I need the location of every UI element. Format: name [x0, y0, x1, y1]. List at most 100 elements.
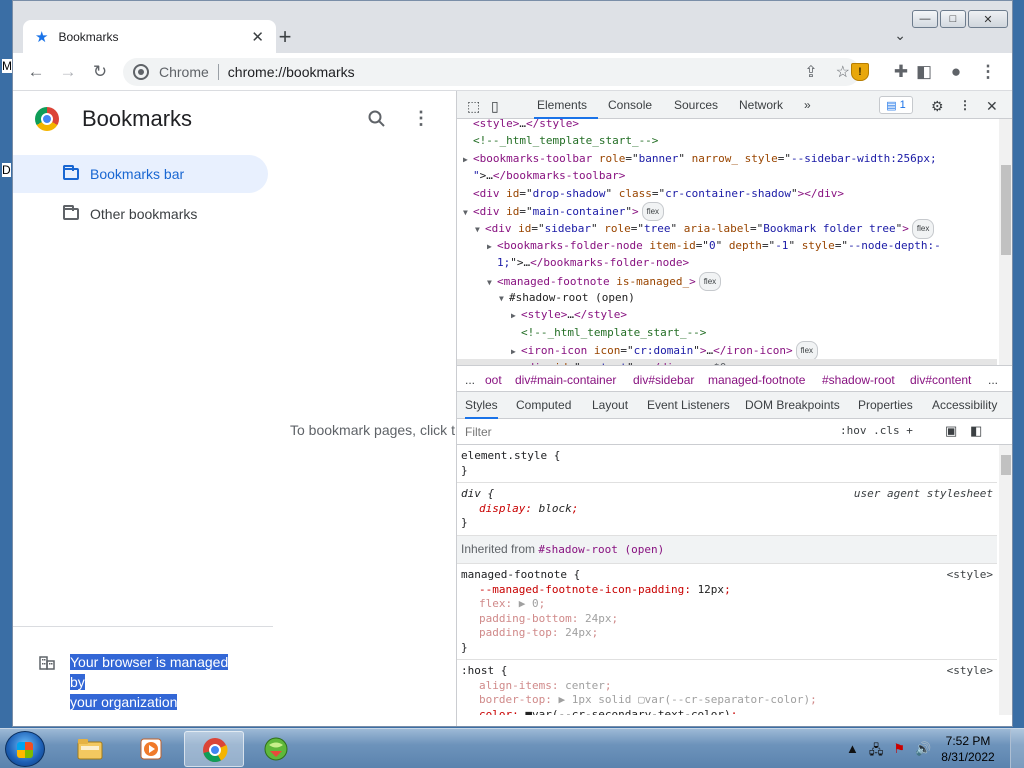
tab-elements[interactable]: Elements — [537, 98, 587, 112]
sidebar-item-bookmarks-bar[interactable]: Bookmarks bar — [13, 155, 268, 193]
start-button[interactable] — [5, 731, 45, 767]
rule-host[interactable]: :host { <style> align-items: center; bord… — [457, 660, 997, 715]
styles-tab-dom-breakpoints[interactable]: DOM Breakpoints — [745, 398, 840, 412]
dom-node-line[interactable]: ▼ #shadow-root (open) — [457, 289, 997, 307]
more-tabs-chevron-icon[interactable]: » — [804, 98, 811, 112]
inspect-element-icon[interactable]: ⬚ — [467, 98, 480, 115]
breadcrumb-item[interactable]: ... — [988, 373, 998, 387]
styles-tab-computed[interactable]: Computed — [516, 398, 571, 412]
rule-element-style[interactable]: element.style { } — [457, 445, 997, 483]
omnibox-url[interactable]: chrome://bookmarks — [228, 64, 355, 80]
tray-expand-icon[interactable]: ▲ — [846, 741, 859, 763]
styles-scrollbar[interactable] — [999, 445, 1012, 715]
tab-search-chevron-icon[interactable]: ⌄ — [894, 27, 906, 44]
expand-triangle-icon[interactable]: ▶ — [511, 307, 521, 324]
filter-toggles[interactable]: :hov .cls + — [840, 424, 913, 437]
computed-sidebar-icon[interactable]: ▣ — [945, 423, 957, 439]
dom-tree-scrollbar[interactable] — [999, 119, 1012, 365]
network-icon[interactable]: 🖧 — [869, 741, 884, 763]
dom-node-line[interactable]: <style>…</style> — [457, 119, 997, 132]
breadcrumb-item[interactable]: ... — [465, 373, 475, 387]
show-desktop-button[interactable] — [1010, 729, 1024, 768]
dom-node-line[interactable]: ▶ <style>…</style> — [457, 306, 997, 324]
breadcrumb-item[interactable]: div#content — [910, 373, 971, 387]
scroll-thumb[interactable] — [1001, 455, 1011, 475]
css-property[interactable]: color: ■var(--cr-secondary-text-color); — [461, 708, 993, 716]
extensions-puzzle-icon[interactable]: ✚ — [890, 61, 912, 83]
tab-sources[interactable]: Sources — [674, 98, 718, 112]
issues-badge[interactable]: ▤ 1 — [879, 96, 913, 114]
devtools-close-icon[interactable]: ✕ — [986, 98, 998, 115]
dom-node-line[interactable]: <!--_html_template_start_--> — [457, 132, 997, 149]
breadcrumb-item[interactable]: managed-footnote — [708, 373, 805, 387]
dom-tree[interactable]: <style>…</style> <!--_html_template_start… — [457, 119, 997, 365]
rule-source[interactable]: <style> — [947, 568, 993, 583]
minimize-button[interactable]: — — [912, 10, 938, 28]
action-center-flag-icon[interactable]: ⚑ — [893, 741, 905, 763]
rule-managed-footnote[interactable]: managed-footnote { <style> --managed-foo… — [457, 564, 997, 660]
forward-arrow-icon[interactable]: → — [57, 61, 79, 83]
css-property[interactable]: flex: ▶ 0; — [461, 597, 993, 612]
styles-tab-styles[interactable]: Styles — [465, 398, 498, 419]
taskbar-explorer[interactable] — [60, 731, 120, 767]
taskbar-media-player[interactable] — [122, 731, 182, 767]
dom-node-line[interactable]: 1;">…</bookmarks-folder-node> — [457, 254, 997, 271]
rule-source[interactable]: <style> — [947, 664, 993, 679]
css-property[interactable]: align-items: center; — [461, 679, 993, 694]
styles-tab-layout[interactable]: Layout — [592, 398, 628, 412]
dom-node-line[interactable]: ">…</bookmarks-toolbar> — [457, 167, 997, 184]
settings-gear-icon[interactable]: ⚙ — [931, 98, 944, 115]
device-toolbar-icon[interactable]: ▯ — [491, 98, 499, 115]
more-options-icon[interactable]: ⋮ — [411, 107, 431, 131]
tab-bookmarks[interactable]: ★ Bookmarks ✕ — [23, 20, 276, 53]
taskbar-chrome[interactable] — [184, 731, 244, 767]
media-player-icon — [140, 738, 162, 760]
scroll-thumb[interactable] — [1001, 165, 1011, 255]
reload-icon[interactable]: ↻ — [89, 61, 111, 83]
breadcrumb-item[interactable]: div#main-container — [515, 373, 616, 387]
maximize-button[interactable]: □ — [940, 10, 966, 28]
breadcrumb-item[interactable]: div#sidebar — [633, 373, 694, 387]
breadcrumb-item[interactable]: #shadow-root — [822, 373, 895, 387]
expand-triangle-icon[interactable]: ▼ — [499, 290, 509, 307]
styles-tab-event-listeners[interactable]: Event Listeners — [647, 398, 730, 412]
chrome-menu-icon[interactable]: ⋮ — [977, 61, 999, 83]
new-tab-button[interactable]: + — [273, 24, 297, 49]
dom-node-line[interactable]: ▶ <bookmarks-folder-node item-id="0" dept… — [457, 237, 997, 255]
tab-close-icon[interactable]: ✕ — [251, 28, 264, 46]
managed-notice[interactable]: Your browser is managed by your organiza… — [70, 652, 240, 712]
styles-filter-input[interactable] — [461, 422, 827, 442]
volume-icon[interactable]: 🔊 — [915, 741, 931, 763]
styles-tab-accessibility[interactable]: Accessibility — [932, 398, 997, 412]
css-property[interactable]: --managed-footnote-icon-padding: 12px; — [461, 583, 993, 598]
expand-triangle-icon[interactable]: ▶ — [487, 238, 497, 255]
search-icon[interactable] — [367, 109, 387, 129]
inherited-selector[interactable]: #shadow-root (open) — [538, 543, 664, 556]
back-arrow-icon[interactable]: ← — [25, 61, 47, 83]
toggle-sidebar-icon[interactable]: ◧ — [970, 423, 982, 439]
profile-avatar-icon[interactable]: ● — [945, 61, 967, 83]
expand-triangle-icon[interactable]: ▶ — [463, 151, 473, 168]
extension-shield-icon[interactable]: ! — [851, 63, 869, 81]
css-property[interactable]: padding-bottom: 24px; — [461, 612, 993, 627]
bookmark-outline-star-icon[interactable]: ☆ — [836, 62, 850, 82]
rule-div[interactable]: div { user agent stylesheet display: blo… — [457, 483, 997, 536]
desktop-label-m: M — [2, 59, 12, 73]
side-panel-icon[interactable]: ◧ — [913, 61, 935, 83]
css-property[interactable]: padding-top: 24px; — [461, 626, 993, 641]
breadcrumb-item[interactable]: oot — [485, 373, 502, 387]
devtools-menu-icon[interactable]: ⋮ — [959, 98, 971, 112]
tab-console[interactable]: Console — [608, 98, 652, 112]
tab-network[interactable]: Network — [739, 98, 783, 112]
taskbar-app-green[interactable] — [246, 731, 306, 767]
styles-tab-properties[interactable]: Properties — [858, 398, 913, 412]
address-bar[interactable]: Chrome chrome://bookmarks ⇪ ☆ — [123, 58, 860, 86]
dom-node-line[interactable]: <!--_html_template_start_--> — [457, 324, 997, 341]
sidebar-item-other-bookmarks[interactable]: Other bookmarks — [13, 195, 268, 233]
taskbar-clock[interactable]: 7:52 PM 8/31/2022 — [938, 733, 998, 765]
share-icon[interactable]: ⇪ — [804, 62, 817, 82]
dom-node-line[interactable]: <div id="drop-shadow" class="cr-containe… — [457, 185, 997, 202]
css-property[interactable]: border-top: ▶ 1px solid ▢var(--cr-separa… — [461, 693, 993, 708]
dom-node-line[interactable]: ▶ <bookmarks-toolbar role="banner" narrow… — [457, 150, 997, 168]
close-window-button[interactable]: ✕ — [968, 10, 1008, 28]
